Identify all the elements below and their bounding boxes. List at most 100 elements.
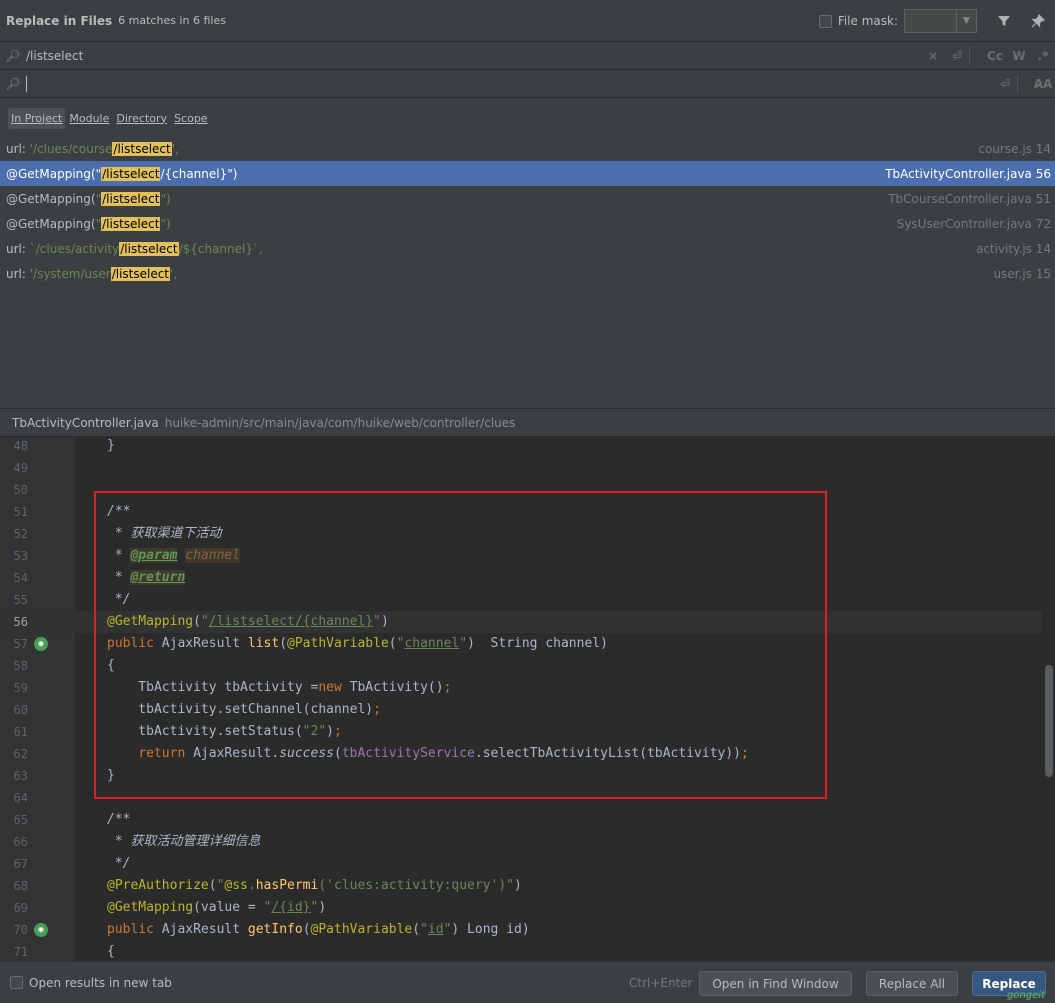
file-mask-label: File mask: (837, 14, 898, 28)
result-string: `/clues/activity (29, 241, 120, 256)
result-file: user.js 15 (993, 266, 1051, 281)
watermark: gongeit (1006, 990, 1045, 1001)
new-line-icon[interactable]: ⏎ (993, 77, 1017, 91)
code-preview[interactable]: 48} 49 50 51/** 52 * 获取渠道下活动 53 * @param… (0, 437, 1055, 961)
dialog-title: Replace in Files (6, 13, 113, 28)
list-item[interactable]: url: '/clues/course/listselect ', course.j… (0, 136, 1055, 161)
filter-icon[interactable] (987, 0, 1021, 42)
line-number: 49 (13, 461, 28, 475)
result-match: /listselect (101, 216, 161, 231)
line-number: 56 (13, 615, 28, 629)
find-input[interactable]: /listselect (26, 49, 921, 63)
result-match: /listselect (101, 166, 161, 181)
search-icon[interactable]: 🔎︎ (0, 77, 26, 91)
file-mask-dropdown[interactable]: ▼ (904, 9, 977, 33)
list-item[interactable]: url: `/clues/activity/listselect/${chann… (0, 236, 1055, 261)
result-match: /listselect (119, 241, 179, 256)
result-string: ") (160, 216, 171, 231)
endpoint-icon[interactable]: ◉ (34, 923, 48, 937)
match-case-toggle[interactable]: Cc (983, 49, 1007, 63)
result-prefix: @GetMapping( (6, 166, 96, 181)
replace-input[interactable] (26, 75, 993, 92)
result-file: TbCourseController.java 51 (888, 191, 1051, 206)
divider (1017, 74, 1031, 93)
text-caret (26, 75, 27, 92)
code-line: 71{ (0, 941, 1042, 961)
list-item[interactable]: @GetMapping("/listselect ") TbCourseContro… (0, 186, 1055, 211)
scrollbar[interactable] (1045, 665, 1053, 777)
result-match: /listselect (101, 191, 161, 206)
line-number: 53 (13, 549, 28, 563)
result-string: ") (160, 191, 171, 206)
line-number: 69 (13, 901, 28, 915)
result-prefix: url: (6, 241, 30, 256)
divider (969, 46, 983, 65)
whole-words-toggle[interactable]: W (1007, 49, 1031, 63)
line-number: 59 (13, 681, 28, 695)
tab-directory[interactable]: Directory (113, 108, 170, 129)
tab-module[interactable]: Module (66, 108, 112, 129)
open-new-tab-checkbox[interactable] (10, 976, 23, 989)
tab-in-project[interactable]: In Project (8, 107, 66, 129)
find-row: 🔎︎ /listselect × ⏎ Cc W .* (0, 42, 1055, 70)
line-number: 66 (13, 835, 28, 849)
result-prefix: url: (6, 266, 30, 281)
preview-header: TbActivityController.java huike-admin/sr… (0, 408, 1055, 437)
line-number: 64 (13, 791, 28, 805)
code-line: 70 ◉ public AjaxResult getInfo(@PathVariab… (0, 919, 1042, 941)
result-string: /${channel}`, (178, 241, 263, 256)
replace-all-button[interactable]: Replace All (866, 971, 958, 996)
line-number: 68 (13, 879, 28, 893)
result-prefix: @GetMapping( (6, 216, 96, 231)
results-list: url: '/clues/course/listselect ', course.j… (0, 136, 1055, 408)
result-file: course.js 14 (978, 141, 1051, 156)
line-number: 63 (13, 769, 28, 783)
replace-row: 🔎︎ ⏎ A̷A (0, 70, 1055, 98)
line-number: 51 (13, 505, 28, 519)
code-line: 48} (0, 437, 1042, 457)
preview-file-name: TbActivityController.java (12, 415, 159, 430)
new-line-icon[interactable]: ⏎ (945, 49, 969, 63)
result-prefix: @GetMapping( (6, 191, 96, 206)
tab-scope[interactable]: Scope (171, 108, 211, 129)
file-mask-checkbox[interactable] (818, 14, 832, 28)
endpoint-icon[interactable]: ◉ (34, 637, 48, 651)
result-prefix: url: (6, 141, 30, 156)
result-string: ', (170, 266, 178, 281)
result-file: SysUserController.java 72 (896, 216, 1051, 231)
result-file: activity.js 14 (975, 241, 1051, 256)
line-number: 58 (13, 659, 28, 673)
search-icon[interactable]: 🔎︎ (0, 49, 26, 63)
list-item[interactable]: @GetMapping("/listselect/{channel}") TbAc… (0, 161, 1055, 186)
result-string: '/clues/course (29, 141, 113, 156)
code-line: 67 */ (0, 853, 1042, 875)
list-item[interactable]: url: '/system/user/listselect ', user.js 1… (0, 261, 1055, 286)
result-string: /{channel}") (160, 166, 238, 181)
result-string: ', (171, 141, 179, 156)
line-number: 71 (13, 945, 28, 959)
preserve-case-toggle[interactable]: A̷A (1031, 77, 1055, 91)
line-number: 60 (13, 703, 28, 717)
open-new-tab-label: Open results in new tab (29, 975, 172, 990)
header-controls: File mask: ▼ (818, 0, 1055, 42)
regex-toggle[interactable]: .* (1031, 49, 1055, 63)
code-line: 66 * 获取活动管理详细信息 (0, 831, 1042, 853)
line-number: 67 (13, 857, 28, 871)
open-in-find-window-button[interactable]: Open in Find Window (699, 971, 852, 996)
dialog-header: Replace in Files 6 matches in 6 files Fi… (0, 0, 1055, 42)
code-line: 49 (0, 457, 1042, 479)
dialog-footer: Open results in new tab Ctrl+Enter Open … (0, 961, 1055, 1003)
line-number: 55 (13, 593, 28, 607)
line-number: 61 (13, 725, 28, 739)
highlight-box (94, 491, 827, 799)
code-line: 68 @PreAuthorize("@ss.hasPermi('clues:act… (0, 875, 1042, 897)
list-item[interactable]: @GetMapping("/listselect ") SysUserControl… (0, 211, 1055, 236)
result-match: /listselect (110, 266, 171, 281)
line-number: 48 (13, 439, 28, 453)
scope-tabs: In Project Module Directory Scope (0, 98, 1055, 138)
pin-icon[interactable] (1021, 0, 1055, 42)
chevron-down-icon[interactable]: ▼ (956, 10, 976, 32)
code-line: 69 @GetMapping(value = "/{id}") (0, 897, 1042, 919)
clear-icon[interactable]: × (921, 49, 945, 63)
shortcut-hint: Ctrl+Enter (629, 976, 693, 990)
